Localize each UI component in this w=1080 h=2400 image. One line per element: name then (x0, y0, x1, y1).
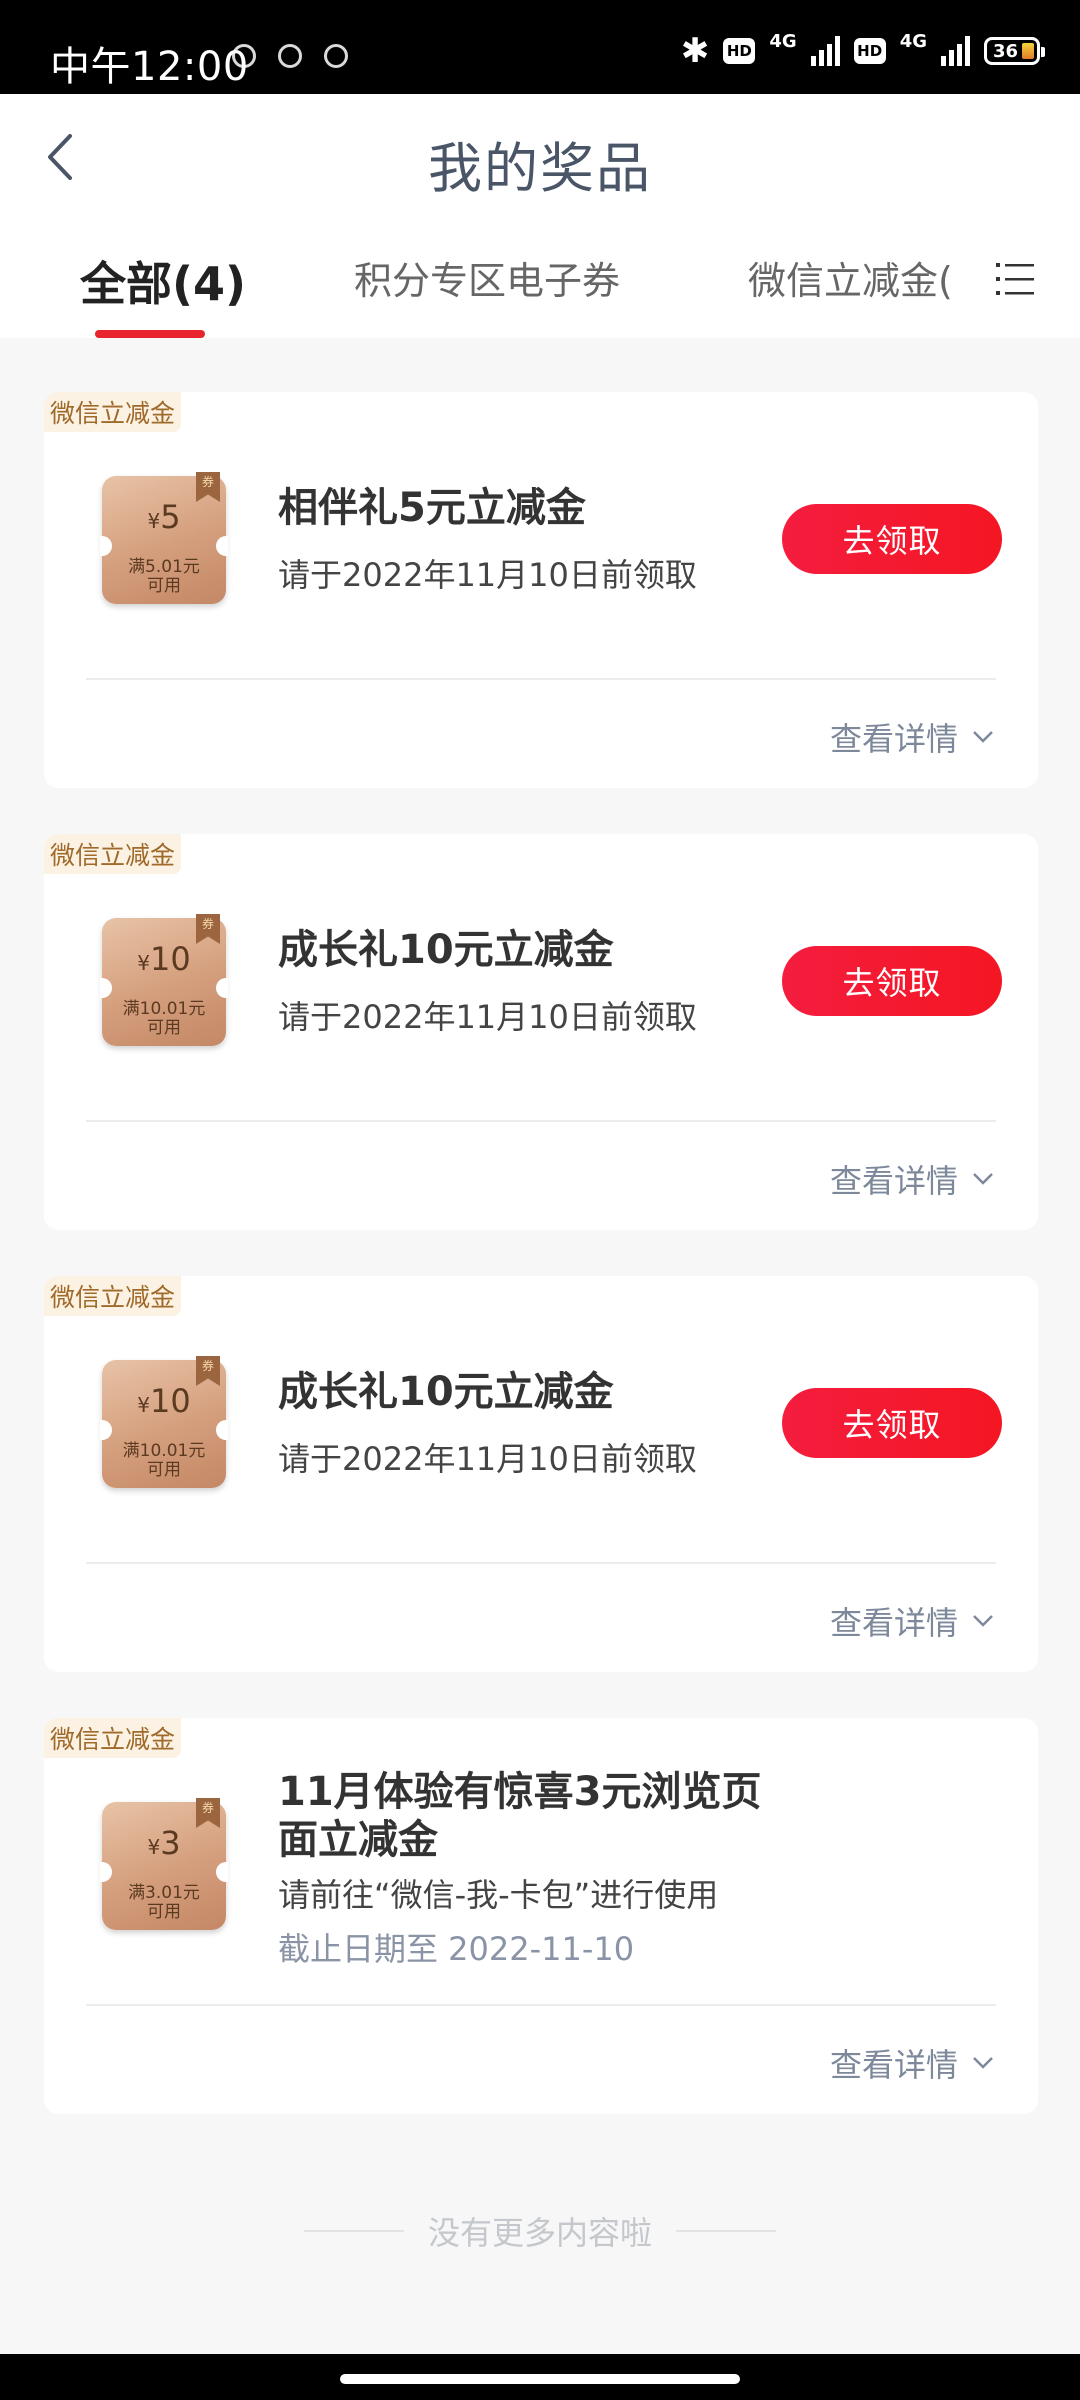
signal-icon (941, 36, 970, 66)
list-menu-icon[interactable] (996, 260, 1034, 298)
prize-deadline: 请于2022年11月10日前领取 (278, 998, 697, 1036)
claim-button[interactable]: 去领取 (782, 1388, 1002, 1458)
signal-icon (810, 36, 840, 66)
tab-all[interactable]: 全部(4) (80, 248, 246, 314)
active-tab-indicator (95, 330, 205, 338)
chevron-down-icon (973, 1173, 993, 1185)
card-tag: 微信立减金 (44, 1276, 182, 1316)
coupon-condition: 满10.01元 可用 (122, 999, 206, 1038)
prize-card: 微信立减金 券 ¥3 满3.01元 可用 11月体验有惊喜3元浏览页 面立减金 请… (44, 1718, 1038, 2114)
coupon-icon: 券 ¥3 满3.01元 可用 (100, 1798, 228, 1930)
view-details-button[interactable]: 查看详情 (830, 1598, 994, 1644)
status-bar: 中午12:00 ✱ HD 4G HD 4G 36 (0, 0, 1080, 94)
coupon-icon: 券 ¥5 满5.01元 可用 (100, 472, 228, 604)
coupon-amount: ¥3 (147, 1824, 181, 1862)
prize-deadline: 请于2022年11月10日前领取 (278, 556, 697, 594)
card-tag: 微信立减金 (44, 834, 182, 874)
battery-level: 36 (993, 40, 1019, 62)
view-details-button[interactable]: 查看详情 (830, 714, 994, 760)
divider (86, 1562, 996, 1564)
prize-title: 成长礼10元立减金 (278, 1369, 614, 1415)
hd-badge: HD (853, 38, 886, 64)
tab-bar: 全部(4) 积分专区电子券 微信立减金(4 (0, 220, 1080, 338)
battery-icon: 36 (984, 37, 1045, 65)
end-of-list: 没有更多内容啦 (0, 2208, 1080, 2254)
notification-icon (324, 44, 348, 68)
chevron-down-icon (973, 1615, 993, 1627)
coupon-amount: ¥10 (137, 1382, 191, 1420)
prize-card: 微信立减金 券 ¥5 满5.01元 可用 相伴礼5元立减金 请于2022年11月1… (44, 392, 1038, 788)
prize-expiry-date: 截止日期至 2022-11-10 (278, 1930, 635, 1968)
network-type: 4G (899, 30, 927, 52)
coupon-amount: ¥5 (147, 498, 181, 536)
status-right: ✱ HD 4G HD 4G 36 (680, 30, 1045, 71)
view-details-button[interactable]: 查看详情 (830, 2040, 994, 2086)
card-tag: 微信立减金 (44, 1718, 182, 1758)
home-indicator[interactable] (340, 2374, 740, 2384)
prize-title: 成长礼10元立减金 (278, 927, 614, 973)
notification-icon (232, 44, 256, 68)
card-tag: 微信立减金 (44, 392, 182, 432)
claim-button[interactable]: 去领取 (782, 946, 1002, 1016)
divider (86, 2004, 996, 2006)
coupon-condition: 满5.01元 可用 (128, 557, 200, 596)
page-title: 我的奖品 (428, 137, 652, 200)
view-details-label: 查看详情 (829, 1162, 958, 1200)
tab-points-ecoupon[interactable]: 积分专区电子券 (354, 250, 620, 305)
view-details-label: 查看详情 (829, 1604, 958, 1642)
bluetooth-icon: ✱ (680, 31, 710, 71)
coupon-condition: 满3.01元 可用 (128, 1883, 200, 1922)
divider (86, 1120, 996, 1122)
prize-card: 微信立减金 券 ¥10 满10.01元 可用 成长礼10元立减金 请于2022年1… (44, 1276, 1038, 1672)
chevron-down-icon (973, 2057, 993, 2069)
prize-title: 相伴礼5元立减金 (278, 485, 586, 531)
view-details-label: 查看详情 (829, 2046, 958, 2084)
prize-title: 11月体验有惊喜3元浏览页 面立减金 (278, 1769, 762, 1863)
chevron-down-icon (973, 731, 993, 743)
coupon-icon: 券 ¥10 满10.01元 可用 (100, 1356, 228, 1488)
hd-badge: HD (723, 38, 756, 64)
network-type: 4G (769, 30, 797, 52)
coupon-condition: 满10.01元 可用 (122, 1441, 206, 1480)
status-time: 中午12:00 (50, 44, 249, 90)
divider (676, 2230, 776, 2232)
prize-usage-hint: 请前往“微信-我-卡包”进行使用 (278, 1876, 719, 1914)
claim-button[interactable]: 去领取 (782, 504, 1002, 574)
prize-deadline: 请于2022年11月10日前领取 (278, 1440, 697, 1478)
end-of-list-text: 没有更多内容啦 (427, 2214, 652, 2252)
tab-wechat-discount[interactable]: 微信立减金(4 (748, 250, 950, 305)
prize-card: 微信立减金 券 ¥10 满10.01元 可用 成长礼10元立减金 请于2022年1… (44, 834, 1038, 1230)
coupon-amount: ¥10 (137, 940, 191, 978)
divider (303, 2230, 404, 2232)
divider (86, 678, 996, 680)
view-details-label: 查看详情 (829, 720, 958, 758)
header: 我的奖品 (0, 94, 1080, 220)
notification-icon (278, 44, 302, 68)
coupon-icon: 券 ¥10 满10.01元 可用 (100, 914, 228, 1046)
notification-icons (232, 44, 348, 68)
view-details-button[interactable]: 查看详情 (830, 1156, 994, 1202)
